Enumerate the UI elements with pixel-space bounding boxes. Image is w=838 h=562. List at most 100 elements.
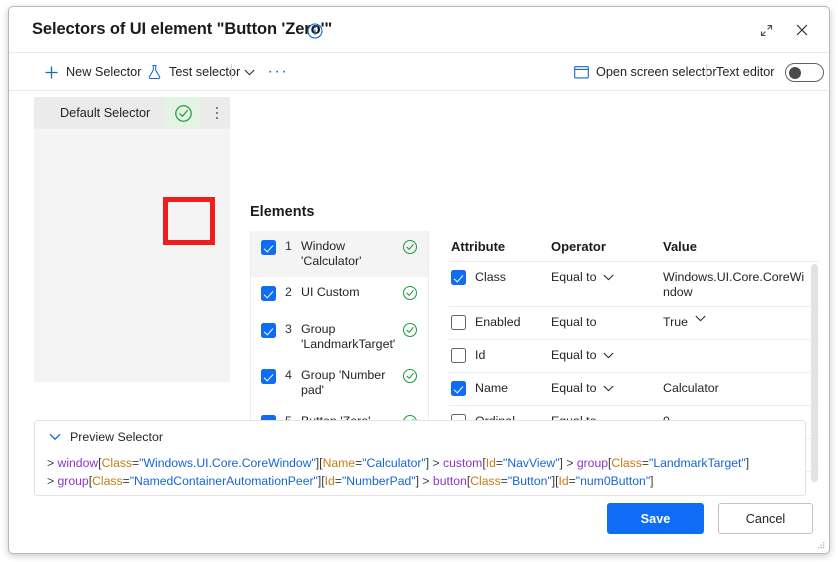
selector-token-val: "Calculator" bbox=[362, 456, 426, 470]
attribute-checkbox[interactable] bbox=[451, 381, 466, 396]
selector-token-elem: group bbox=[57, 474, 89, 488]
save-button[interactable]: Save bbox=[607, 503, 704, 534]
selector-token-val: "Windows.UI.Core.CoreWindow" bbox=[139, 456, 316, 470]
selector-token-punct: ][ bbox=[315, 456, 323, 470]
attribute-operator: Equal to bbox=[551, 348, 597, 362]
toolbar-divider-2 bbox=[706, 64, 707, 80]
cancel-button[interactable]: Cancel bbox=[718, 503, 813, 534]
test-selector-label: Test selector bbox=[169, 65, 241, 79]
expand-button[interactable] bbox=[751, 16, 781, 44]
flask-icon bbox=[148, 64, 161, 80]
preview-selector-line: > window[Class="Windows.UI.Core.CoreWind… bbox=[47, 454, 795, 472]
element-checkbox[interactable] bbox=[261, 323, 276, 338]
element-checkbox[interactable] bbox=[261, 240, 276, 255]
element-name: Group 'Number pad' bbox=[301, 368, 386, 397]
selector-token-punct: = bbox=[495, 456, 504, 470]
selector-token-punct: = bbox=[334, 474, 342, 488]
more-options-button[interactable]: ··· bbox=[265, 59, 291, 85]
toggle-knob bbox=[788, 66, 801, 79]
element-status bbox=[402, 322, 418, 343]
status-valid-icon bbox=[402, 285, 418, 301]
selector-token-punct: ] > bbox=[425, 456, 444, 470]
selectors-dialog: Selectors of UI element "Button 'Zero'" bbox=[8, 6, 830, 554]
selector-token-val: "NumberPad" bbox=[341, 474, 416, 488]
dialog-toolbar: New Selector Test selector ··· Open scre… bbox=[9, 53, 829, 91]
selector-token-val: "NamedContainerAutomationPeer" bbox=[129, 474, 318, 488]
selector-status-valid-icon[interactable] bbox=[165, 97, 201, 129]
element-name: Group 'LandmarkTarget' bbox=[301, 322, 396, 351]
preview-selector-label: Preview Selector bbox=[70, 430, 163, 444]
selector-item-menu-button[interactable] bbox=[210, 104, 224, 122]
new-selector-button[interactable]: New Selector bbox=[39, 59, 146, 85]
preview-selector-line: > group[Class="NamedContainerAutomationP… bbox=[47, 472, 795, 490]
test-selector-button[interactable]: Test selector bbox=[142, 59, 245, 85]
info-circle-icon[interactable] bbox=[307, 23, 323, 39]
element-status bbox=[402, 239, 418, 260]
element-list-item[interactable]: 1 Window 'Calculator' bbox=[251, 231, 428, 277]
selector-token-elem: button bbox=[432, 474, 467, 488]
column-header-operator: Operator bbox=[551, 238, 606, 254]
attribute-checkbox[interactable] bbox=[451, 348, 466, 363]
selector-token-attr: Class bbox=[611, 456, 642, 470]
chevron-down-icon bbox=[243, 69, 255, 75]
selector-token-elem: window bbox=[57, 456, 99, 470]
chevron-down-icon[interactable] bbox=[603, 274, 615, 281]
preview-selector-toggle[interactable]: Preview Selector bbox=[35, 421, 163, 444]
open-screen-selector-button[interactable]: Open screen selector bbox=[569, 59, 722, 85]
attribute-operator: Equal to bbox=[551, 315, 597, 329]
toolbar-divider bbox=[231, 64, 232, 80]
attribute-operator: Equal to bbox=[551, 270, 597, 284]
selector-token-val: "LandmarkTarget" bbox=[649, 456, 746, 470]
selector-token-punct: = bbox=[500, 474, 508, 488]
element-index: 1 bbox=[285, 239, 292, 253]
screen-icon bbox=[574, 65, 589, 78]
selector-token-elem: custom bbox=[443, 456, 483, 470]
attribute-checkbox[interactable] bbox=[451, 315, 466, 330]
selector-token-attr: Name bbox=[322, 456, 356, 470]
chevron-down-icon[interactable] bbox=[603, 385, 615, 392]
plus-icon bbox=[45, 66, 58, 78]
status-valid-icon bbox=[402, 322, 418, 338]
selector-token-punct: = bbox=[122, 474, 130, 488]
element-index: 2 bbox=[285, 285, 292, 299]
selector-token-val: "Button" bbox=[507, 474, 552, 488]
attribute-checkbox[interactable] bbox=[451, 270, 466, 285]
chevron-down-icon[interactable] bbox=[695, 315, 706, 322]
text-editor-toggle[interactable] bbox=[784, 62, 824, 82]
attribute-row: Id Equal to bbox=[449, 340, 819, 373]
preview-selector-code: > window[Class="Windows.UI.Core.CoreWind… bbox=[35, 444, 805, 490]
element-list-item[interactable]: 2 UI Custom bbox=[251, 277, 428, 314]
expand-icon bbox=[760, 24, 772, 36]
selector-token-punct: = bbox=[568, 474, 576, 488]
element-checkbox[interactable] bbox=[261, 286, 276, 301]
attribute-value: Windows.UI.Core.CoreWindow bbox=[663, 270, 805, 299]
element-list-item[interactable]: 3 Group 'LandmarkTarget' bbox=[251, 314, 428, 360]
selector-token-attr: Class bbox=[92, 474, 123, 488]
attributes-scrollbar[interactable] bbox=[811, 264, 818, 482]
attribute-value: Calculator bbox=[663, 381, 719, 395]
selector-token-punct: ][ bbox=[317, 474, 325, 488]
selector-token-punct: ] bbox=[745, 456, 750, 470]
selector-token-punct: = bbox=[641, 456, 649, 470]
attribute-value: True bbox=[663, 315, 689, 329]
resize-grip-icon[interactable] bbox=[815, 540, 825, 550]
dialog-footer: Save Cancel bbox=[9, 495, 829, 553]
attribute-row: Name Equal to Calculator bbox=[449, 373, 819, 406]
text-editor-label: Text editor bbox=[716, 65, 775, 79]
selector-token-punct: ] bbox=[650, 474, 654, 488]
selector-token-attr: Class bbox=[470, 474, 501, 488]
selector-list-item-default[interactable]: Default Selector bbox=[34, 97, 230, 129]
elements-heading: Elements bbox=[250, 204, 315, 220]
chevron-down-icon[interactable] bbox=[603, 352, 615, 359]
element-list-item[interactable]: 4 Group 'Number pad' bbox=[251, 360, 428, 406]
test-selector-dropdown[interactable] bbox=[237, 59, 261, 85]
close-button[interactable] bbox=[787, 16, 817, 44]
element-name: UI Custom bbox=[301, 285, 360, 299]
selector-token-punct: > bbox=[47, 456, 58, 470]
attribute-name: Class bbox=[475, 270, 506, 284]
attribute-row: Class Equal to Windows.UI.Core.CoreWindow bbox=[449, 261, 819, 307]
selector-token-punct: > bbox=[47, 474, 58, 488]
element-checkbox[interactable] bbox=[261, 369, 276, 384]
attributes-header-row: Attribute Operator Value bbox=[449, 231, 819, 261]
dialog-titlebar: Selectors of UI element "Button 'Zero'" bbox=[9, 7, 829, 53]
